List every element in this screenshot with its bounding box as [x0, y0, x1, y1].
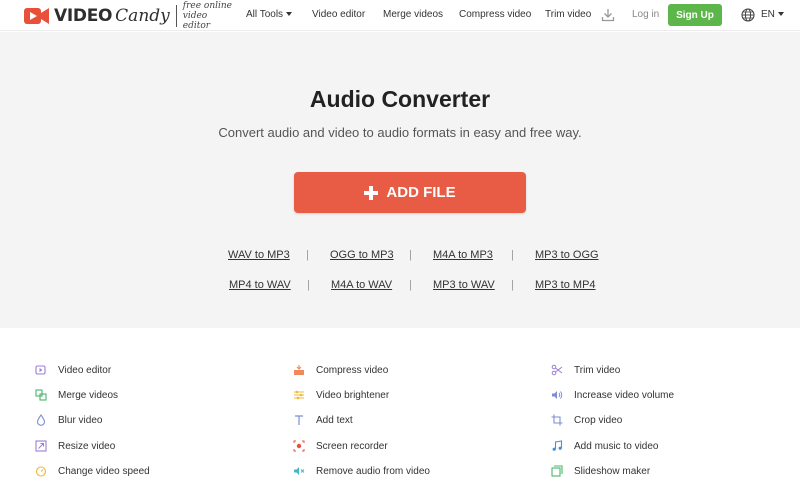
tool-merge-videos[interactable]: Merge videos [35, 388, 118, 402]
add-file-label: ADD FILE [386, 184, 456, 201]
logo-divider [175, 5, 177, 27]
nav-all-tools-label: All Tools [246, 9, 284, 20]
add-file-button[interactable]: ADD FILE [294, 172, 526, 213]
tool-label: Increase video volume [574, 389, 675, 401]
camera-logo-icon [24, 8, 49, 24]
tool-label: Change video speed [58, 465, 150, 477]
logo-tagline: free online video editor [182, 1, 232, 31]
tool-video-brightener[interactable]: Video brightener [293, 388, 389, 402]
nav-compress-video[interactable]: Compress video [459, 9, 531, 20]
sliders-icon [294, 390, 304, 400]
resize-icon [35, 440, 47, 452]
download-icon[interactable] [601, 8, 615, 22]
link-separator: | [306, 249, 309, 261]
speed-icon [35, 466, 47, 477]
tool-label: Slideshow maker [574, 465, 651, 477]
logo-word: VIDEO [54, 6, 113, 26]
tool-slideshow-maker[interactable]: Slideshow maker [551, 464, 650, 478]
video-edit-icon [35, 365, 46, 375]
slideshow-icon [551, 465, 563, 477]
link-wav-to-mp3[interactable]: WAV to MP3 [228, 249, 290, 261]
tool-blur-video[interactable]: Blur video [35, 413, 102, 427]
language-selector[interactable]: EN [761, 9, 784, 20]
tool-label: Resize video [58, 440, 116, 452]
plus-icon [364, 185, 379, 200]
compress-icon [294, 365, 304, 375]
link-mp3-to-mp4[interactable]: MP3 to MP4 [535, 279, 596, 291]
chevron-down-icon [777, 12, 784, 16]
tool-label: Add music to video [574, 440, 659, 452]
chevron-down-icon [286, 12, 293, 16]
scissors-icon [551, 364, 563, 376]
tool-compress-video[interactable]: Compress video [293, 363, 388, 377]
droplet-icon [36, 414, 46, 426]
link-separator: | [511, 279, 514, 291]
crop-icon [551, 414, 563, 426]
record-icon [293, 440, 305, 452]
tool-label: Video brightener [316, 389, 390, 401]
tool-resize-video[interactable]: Resize video [35, 439, 115, 453]
volume-icon [552, 391, 563, 399]
link-separator: | [409, 249, 412, 261]
nav-video-editor[interactable]: Video editor [312, 9, 365, 20]
text-icon [295, 415, 303, 425]
tool-screen-recorder[interactable]: Screen recorder [293, 439, 388, 453]
page-title: Audio Converter [309, 86, 491, 112]
page-subtitle: Convert audio and video to audio formats… [218, 125, 582, 140]
tool-change-video-speed[interactable]: Change video speed [35, 464, 150, 478]
tool-add-text[interactable]: Add text [293, 413, 353, 427]
tool-video-editor[interactable]: Video editor [35, 363, 111, 377]
link-mp3-to-wav[interactable]: MP3 to WAV [433, 279, 495, 291]
globe-icon[interactable] [741, 8, 755, 22]
tool-label: Trim video [574, 364, 621, 376]
login-link[interactable]: Log in [632, 9, 659, 20]
mute-icon [294, 467, 305, 475]
music-icon [552, 440, 563, 451]
tool-add-music[interactable]: Add music to video [551, 439, 659, 453]
link-mp4-to-wav[interactable]: MP4 to WAV [229, 279, 291, 291]
tool-label: Crop video [574, 414, 623, 426]
link-separator: | [307, 279, 310, 291]
link-mp3-to-ogg[interactable]: MP3 to OGG [535, 249, 599, 261]
tool-crop-video[interactable]: Crop video [551, 413, 622, 427]
top-header: VIDEO Candy free online video editor All… [0, 0, 800, 31]
hero-section: Audio Converter Convert audio and video … [0, 32, 800, 328]
tool-label: Screen recorder [316, 440, 388, 452]
tool-label: Merge videos [58, 389, 119, 401]
link-m4a-to-mp3[interactable]: M4A to MP3 [433, 249, 493, 261]
tool-label: Blur video [58, 414, 103, 426]
link-separator: | [409, 279, 412, 291]
tool-increase-volume[interactable]: Increase video volume [551, 388, 674, 402]
link-m4a-to-wav[interactable]: M4A to WAV [331, 279, 392, 291]
link-ogg-to-mp3[interactable]: OGG to MP3 [330, 249, 394, 261]
tool-label: Add text [316, 414, 353, 426]
tool-trim-video[interactable]: Trim video [551, 363, 620, 377]
tool-label: Remove audio from video [316, 465, 430, 477]
tool-label: Video editor [58, 364, 112, 376]
merge-icon [35, 389, 47, 401]
tool-label: Compress video [316, 364, 389, 376]
logo[interactable]: VIDEO Candy free online video editor [24, 1, 233, 31]
signup-button[interactable]: Sign Up [668, 4, 722, 26]
language-label: EN [761, 9, 775, 20]
link-separator: | [511, 249, 514, 261]
nav-trim-video[interactable]: Trim video [545, 9, 591, 20]
logo-candy: Candy [115, 6, 170, 26]
tool-remove-audio[interactable]: Remove audio from video [293, 464, 430, 478]
nav-all-tools[interactable]: All Tools [246, 9, 293, 20]
nav-merge-videos[interactable]: Merge videos [383, 9, 443, 20]
